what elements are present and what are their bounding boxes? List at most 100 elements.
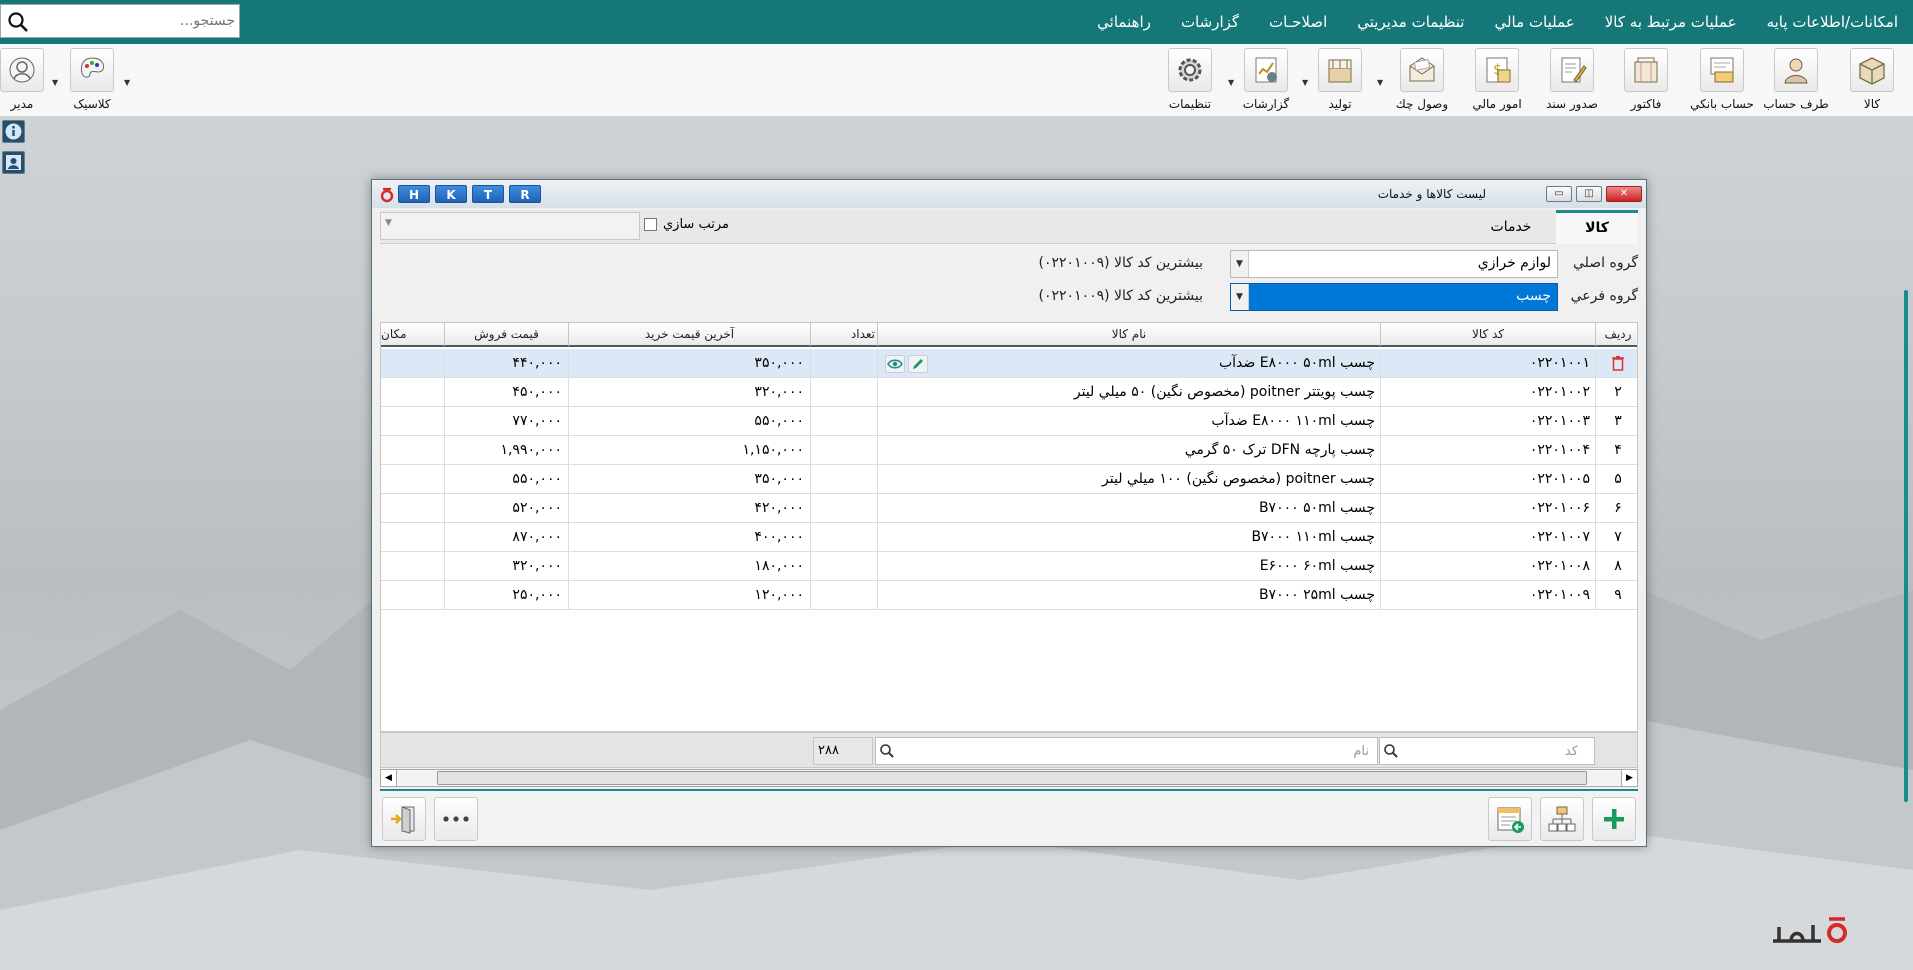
right-edge-scrollbar[interactable] [1904,290,1908,802]
table-row[interactable]: ۲ ۰۲۲۰۱۰۰۲ چسب پویتتر poitner (مخصوص نگین)… [381,378,1637,407]
shortcut-t-button[interactable]: T [472,185,504,203]
cell-last-buy-price: ۳۵۰,۰۰۰ [569,349,811,378]
table-row[interactable]: ۹ ۰۲۲۰۱۰۰۹ چسب B۷۰۰۰ ۲۵ml ۱۲۰,۰۰۰ ۲۵۰,۰۰۰ [381,581,1637,610]
menu-basic-info[interactable]: امکانات/اطلاعات پایه [1752,13,1913,31]
scroll-left-arrow[interactable]: ◀ [381,770,397,786]
toolbar-dropdown-arrow[interactable]: ▼ [52,78,58,87]
table-row[interactable]: ۰۲۲۰۱۰۰۱ چسب E۸۰۰۰ ۵۰ml ضدآب ۳۵۰,۰۰۰ ۴۴۰,۰۰… [381,349,1637,378]
tab-goods[interactable]: کالا [1556,210,1638,244]
toolbar-invoice-button[interactable]: فاکتور [1604,48,1688,111]
header-last-buy-price[interactable]: آخرين قيمت خريد [569,323,811,347]
edit-pencil-icon[interactable] [908,355,928,373]
cell-sell-price: ۷۷۰,۰۰۰ [445,407,569,436]
close-button[interactable]: ✕ [1606,186,1642,202]
toolbar-production-button[interactable]: تولید [1298,48,1382,111]
search-input[interactable] [35,9,235,33]
cell-location [381,349,445,378]
toolbar-cheque-receive-button[interactable]: وصول چك [1380,48,1464,111]
cell-name: چسب B۷۰۰۰ ۵۰ml [878,494,1381,523]
cell-sell-price: ۳۲۰,۰۰۰ [445,552,569,581]
table-row[interactable]: ۸ ۰۲۲۰۱۰۰۸ چسب E۶۰۰۰ ۶۰ml ۱۸۰,۰۰۰ ۳۲۰,۰۰۰ [381,552,1637,581]
toolbar-account-party-label: طرف حساب [1763,97,1829,111]
cell-sell-price: ۸۷۰,۰۰۰ [445,523,569,552]
chevron-down-icon[interactable]: ▼ [1231,284,1249,310]
shortcut-r-button[interactable]: R [509,185,541,203]
document-pen-icon [1561,57,1587,83]
add-button[interactable] [1592,797,1636,841]
table-row[interactable]: ۷ ۰۲۲۰۱۰۰۷ چسب B۷۰۰۰ ۱۱۰ml ۴۰۰,۰۰۰ ۸۷۰,۰۰۰ [381,523,1637,552]
cell-sell-price: ۴۴۰,۰۰۰ [445,349,569,378]
cell-row-number: ۷ [1596,523,1637,552]
table-row[interactable]: ۶ ۰۲۲۰۱۰۰۶ چسب B۷۰۰۰ ۵۰ml ۴۲۰,۰۰۰ ۵۲۰,۰۰۰ [381,494,1637,523]
header-name[interactable]: نام کالا [878,323,1381,347]
toolbar-goods-button[interactable]: کالا [1830,48,1913,111]
cell-name: چسب poitner (مخصوص نگین) ۱۰۰ ميلي ليتر [878,465,1381,494]
cell-quantity [811,349,878,378]
tab-services[interactable]: خدمات [1466,210,1556,244]
info-side-button[interactable] [2,120,25,143]
toolbar-settings-button[interactable]: تنظیمات [1148,48,1232,111]
shortcut-h-button[interactable]: H [398,185,430,203]
list-export-button[interactable] [1488,797,1532,841]
main-menu: امکانات/اطلاعات پایه عملیات مرتبط به کال… [1082,0,1913,44]
sub-group-combo[interactable]: چسب ▼ [1230,283,1558,311]
cell-sell-price: ۴۵۰,۰۰۰ [445,378,569,407]
toolbar-account-party-button[interactable]: طرف حساب [1754,48,1838,111]
tab-strip: کالا خدمات ▼ مرتب سازي [380,210,1638,244]
header-row-number[interactable]: رديف [1596,323,1637,347]
search-icon[interactable] [7,11,29,33]
header-code[interactable]: کد کالا [1381,323,1596,347]
search-box[interactable] [0,4,240,38]
table-row[interactable]: ۴ ۰۲۲۰۱۰۰۴ چسب پارچه DFN ترک ۵۰ گرمي ۱,۱۵۰,… [381,436,1637,465]
menu-corrections[interactable]: اصلاحـات [1254,13,1342,31]
menu-reports[interactable]: گزارشات [1166,13,1254,31]
exit-button[interactable] [382,797,426,841]
cell-row-number: ۳ [1596,407,1637,436]
horizontal-scrollbar[interactable]: ◀ ▶ [380,769,1638,787]
restore-button[interactable]: ◫ [1576,186,1602,202]
factory-icon [1328,59,1352,83]
header-quantity[interactable]: تعداد [811,323,878,347]
grid-footer: کد نام ۲۸۸ [380,732,1638,768]
toolbar-bank-account-button[interactable]: حساب بانکي [1680,48,1764,111]
menu-financial-operations[interactable]: عملیات مالي [1479,13,1589,31]
menu-admin-settings[interactable]: تنظیمات مدیریتي [1342,13,1479,31]
table-row[interactable]: ۳ ۰۲۲۰۱۰۰۳ چسب E۸۰۰۰ ۱۱۰ml ضدآب ۵۵۰,۰۰۰ ۷۷۰,… [381,407,1637,436]
user-side-button[interactable] [2,151,25,174]
code-filter-input[interactable]: کد [1379,737,1595,765]
toolbar-dropdown-arrow[interactable]: ▼ [124,78,130,87]
info-icon [5,123,22,140]
menu-help[interactable]: راهنمائي [1082,13,1166,31]
header-location[interactable]: مکان [381,323,445,347]
gear-icon [1178,58,1202,82]
scroll-thumb[interactable] [437,771,1587,785]
shortcut-k-button[interactable]: K [435,185,467,203]
cell-quantity [811,523,878,552]
cell-last-buy-price: ۳۵۰,۰۰۰ [569,465,811,494]
toolbar-issue-document-button[interactable]: صدور سند [1530,48,1614,111]
search-icon [880,744,894,758]
name-filter-input[interactable]: نام [875,737,1378,765]
view-eye-icon[interactable] [885,355,905,373]
header-sell-price[interactable]: قیمت فروش [445,323,569,347]
menu-goods-operations[interactable]: عملیات مرتبط به کالا [1590,13,1752,31]
sort-checkbox[interactable] [644,218,657,231]
cell-sell-price: ۲۵۰,۰۰۰ [445,581,569,610]
cell-code: ۰۲۲۰۱۰۰۲ [1381,378,1596,407]
chevron-down-icon[interactable]: ▼ [1231,251,1249,277]
app-logo-icon [380,187,394,203]
more-options-button[interactable] [434,797,478,841]
toolbar-reports-button[interactable]: گزارشات [1224,48,1308,111]
toolbar-financial-affairs-button[interactable]: $ امور مالي [1455,48,1539,111]
palette-icon [80,57,105,78]
delete-icon[interactable] [1611,355,1625,371]
window-titlebar: H K T R ليست كالاها و خدمات ▭ ◫ ✕ [372,180,1646,208]
toolbar: کالا طرف حساب حساب بانکي فاکتور صدور سند… [0,44,1913,117]
hierarchy-button[interactable] [1540,797,1584,841]
table-row[interactable]: ۵ ۰۲۲۰۱۰۰۵ چسب poitner (مخصوص نگین) ۱۰۰ مي… [381,465,1637,494]
cell-last-buy-price: ۳۲۰,۰۰۰ [569,378,811,407]
minimize-button[interactable]: ▭ [1546,186,1572,202]
sort-select[interactable]: ▼ [380,212,640,240]
main-group-combo[interactable]: لوازم خرازي ▼ [1230,250,1558,278]
scroll-right-arrow[interactable]: ▶ [1621,770,1637,786]
